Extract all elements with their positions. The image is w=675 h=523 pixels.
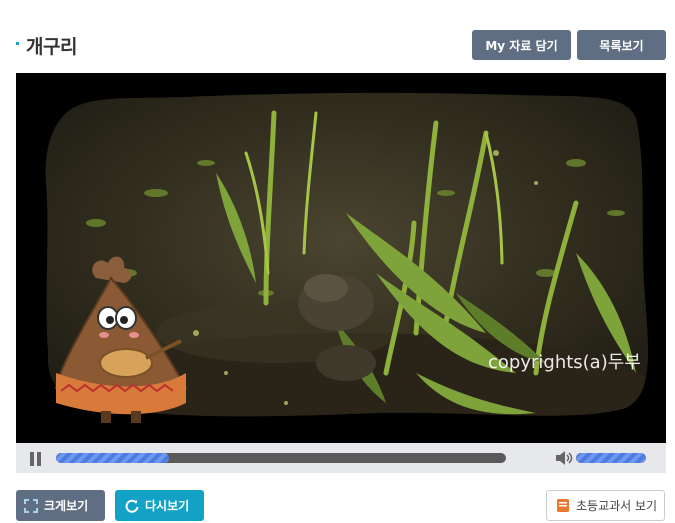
page-title: 개구리 — [26, 36, 77, 58]
book-icon — [557, 499, 569, 512]
fullscreen-label: 크게보기 — [44, 499, 89, 513]
volume-fill — [576, 453, 646, 463]
title-accent-dot — [16, 42, 19, 45]
elementary-textbook-button[interactable]: 초등교과서 보기 — [546, 490, 665, 521]
video-player[interactable]: copyrights(a)두부 — [16, 73, 666, 443]
replay-icon — [125, 499, 139, 513]
fullscreen-button[interactable]: 크게보기 — [16, 490, 105, 521]
textbook-label: 초등교과서 보기 — [576, 499, 658, 513]
list-view-button[interactable]: 목록보기 — [577, 30, 666, 60]
replay-label: 다시보기 — [145, 499, 190, 513]
replay-button[interactable]: 다시보기 — [115, 490, 204, 521]
my-data-save-button[interactable]: My 자료 담기 — [472, 30, 571, 60]
volume-bar[interactable] — [576, 453, 646, 463]
video-controls — [16, 443, 666, 473]
volume-icon[interactable] — [554, 450, 574, 466]
video-watermark: copyrights(a)두부 — [488, 352, 641, 373]
progress-bar[interactable] — [56, 453, 506, 463]
progress-fill — [56, 453, 169, 463]
pause-icon[interactable] — [30, 452, 42, 466]
video-frame — [16, 73, 666, 443]
fullscreen-icon — [24, 498, 38, 513]
